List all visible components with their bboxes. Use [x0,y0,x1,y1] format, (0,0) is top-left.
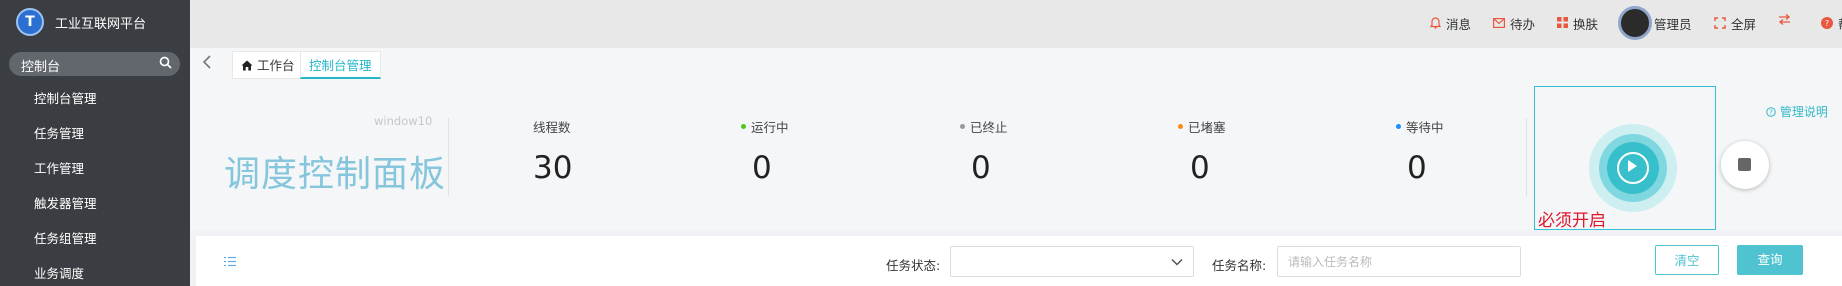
bell-icon [1429,16,1442,31]
task-name-input[interactable] [1277,246,1521,277]
query-button[interactable]: 查询 [1737,245,1803,275]
topbar-skin-label: 换肤 [1573,17,1599,32]
task-status-label: 任务状态: [886,258,941,273]
help-circle-icon: ? [1821,16,1833,31]
stat-waiting-label: 等待中 [1396,117,1444,136]
avatar[interactable] [1618,6,1652,40]
status-dot [1396,124,1401,129]
sidebar-item-task-management[interactable]: 任务管理 [34,123,84,142]
app-logo: T [16,8,44,36]
tab-workbench-label: 工作台 [256,58,295,73]
list-icon[interactable] [224,256,236,271]
divider [1526,118,1527,196]
tab-workbench[interactable]: 工作台 [232,51,304,79]
status-dot [741,124,746,129]
dashboard-title: 调度控制面板 [224,154,447,195]
sidebar-search-text: 控制台 [21,60,61,75]
svg-text:?: ? [1825,19,1829,28]
stop-button[interactable] [1721,141,1769,189]
topbar-help-label: 帮 [1838,14,1842,33]
help-link-label: 管理说明 [1779,105,1828,119]
topbar-todo[interactable]: 待办 [1493,14,1535,33]
sidebar-item-business-scheduling[interactable]: 业务调度 [34,263,84,282]
task-status-select[interactable] [950,246,1194,277]
stat-terminated-label: 已终止 [960,117,1008,136]
stat-terminated-value: 0 [971,150,991,186]
topbar-swap[interactable] [1778,14,1791,27]
svg-text:?: ? [1769,109,1773,117]
sidebar-item-trigger-management[interactable]: 触发器管理 [34,193,97,212]
topbar-user-label: 管理员 [1654,17,1692,32]
start-button-core [1607,142,1659,194]
topbar-user[interactable]: 管理员 [1654,14,1692,33]
topbar-skin[interactable]: 换肤 [1557,14,1598,33]
sidebar-item-work-management[interactable]: 工作管理 [34,158,84,177]
topbar-help[interactable]: ? 帮 [1821,14,1842,33]
stat-blocked-label: 已堵塞 [1178,117,1226,136]
sidebar-item-console-management[interactable]: 控制台管理 [34,88,97,107]
topbar-messages-label: 消息 [1446,17,1472,32]
swap-icon [1778,14,1791,27]
topbar-messages[interactable]: 消息 [1429,14,1472,33]
tab-console-management[interactable]: 控制台管理 [300,51,381,79]
stat-running-value: 0 [752,150,772,186]
tab-console-management-label: 控制台管理 [309,58,372,73]
fullscreen-icon [1714,16,1726,31]
mail-icon [1493,17,1506,30]
app-title: 工业互联网平台 [55,17,147,32]
topbar-fullscreen[interactable]: 全屏 [1714,14,1756,33]
topbar-todo-label: 待办 [1510,17,1536,32]
help-link[interactable]: ? 管理说明 [1766,103,1828,120]
grid-icon [1557,17,1568,30]
start-button[interactable] [1589,124,1677,212]
sidebar-search[interactable]: 控制台 [9,52,180,76]
chevron-left-icon[interactable] [202,54,212,75]
clear-button[interactable]: 清空 [1655,245,1719,275]
search-icon[interactable] [159,56,172,73]
stat-blocked-value: 0 [1190,150,1210,186]
status-dot [1178,124,1183,129]
stat-waiting-value: 0 [1407,150,1427,186]
status-dot [960,124,965,129]
stat-threads-label: 线程数 [533,120,571,135]
topbar-fullscreen-label: 全屏 [1731,17,1757,32]
os-label: window10 [374,114,433,128]
sidebar-item-task-group-management[interactable]: 任务组管理 [34,228,97,247]
divider [448,118,449,196]
play-icon [1617,152,1649,184]
stop-icon [1738,158,1751,171]
stat-running-label: 运行中 [741,117,789,136]
must-start-note: 必须开启 [1538,211,1606,231]
filter-bar: 任务状态: 任务名称: 清空 查询 [196,236,1842,286]
sidebar: T 工业互联网平台 控制台 控制台管理 任务管理 工作管理 触发器管理 任务组管… [0,0,190,286]
task-name-label: 任务名称: [1212,258,1267,273]
chevron-down-icon [1171,255,1183,270]
question-circle-icon: ? [1766,105,1780,119]
start-button-ring [1599,134,1667,202]
stat-threads-value: 30 [533,150,573,186]
home-icon [241,58,257,73]
tabs-bar: 工作台 控制台管理 [190,48,1842,83]
